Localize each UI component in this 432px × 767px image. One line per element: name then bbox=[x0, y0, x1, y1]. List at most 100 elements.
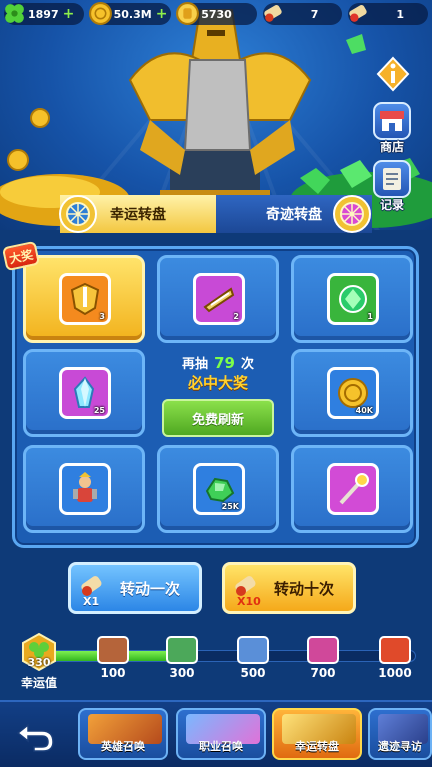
clover-value: 1897 bbox=[28, 7, 59, 21]
reward-qty: 25 bbox=[93, 406, 105, 415]
reward-item: 2 bbox=[193, 273, 245, 325]
magic-wand-icon bbox=[339, 473, 369, 505]
green-gem-icon bbox=[339, 285, 367, 313]
remaining-suffix: 次 bbox=[240, 357, 254, 372]
chest-icon bbox=[307, 636, 339, 664]
sword-shield-icon bbox=[70, 282, 100, 316]
back-button[interactable] bbox=[10, 714, 62, 758]
nav-lucky-wheel-label: 幸运转盘 bbox=[295, 740, 339, 753]
reward-item: 3 bbox=[59, 273, 111, 325]
lucky-scroll-count: 7 bbox=[262, 3, 343, 25]
reward-item: 1 bbox=[327, 273, 379, 325]
spin-ten-button[interactable]: X10 转动十次 bbox=[222, 562, 356, 614]
miracle-wheel-medal-icon bbox=[333, 195, 371, 233]
bottom-nav: 英雄召唤 职业召唤 幸运转盘 遗迹寻访 bbox=[0, 700, 432, 767]
chest-icon bbox=[237, 636, 269, 664]
clover-currency[interactable]: 1897 + bbox=[4, 3, 84, 25]
wheel-panel: 3 2 1 25 再抽 79 次 必中大奖 免费刷新 40K 25K bbox=[12, 246, 419, 548]
wheel-slot-3[interactable]: 1 bbox=[291, 255, 413, 343]
tab-lucky-label: 幸运转盘 bbox=[110, 207, 166, 223]
info-icon bbox=[376, 56, 410, 92]
ticket-scroll-count: 1 bbox=[348, 3, 429, 25]
milestone-value: 500 bbox=[240, 666, 266, 680]
guarantee-panel: 再抽 79 次 必中大奖 免费刷新 bbox=[157, 349, 279, 437]
milestone-chest-700[interactable]: 700 bbox=[298, 636, 348, 680]
lucky-scroll-value: 7 bbox=[310, 7, 319, 21]
nav-hero-summon-label: 英雄召唤 bbox=[101, 740, 145, 753]
reward-item bbox=[59, 463, 111, 515]
reward-item bbox=[327, 463, 379, 515]
coin-stack-currency: 5730 bbox=[176, 2, 257, 25]
record-icon bbox=[383, 168, 401, 190]
shop-label: 商店 bbox=[379, 140, 404, 154]
add-gold-button[interactable]: + bbox=[156, 6, 168, 22]
milestone-chest-300[interactable]: 300 bbox=[157, 636, 207, 680]
add-clover-button[interactable]: + bbox=[63, 6, 75, 22]
remaining-draws: 再抽 79 次 bbox=[182, 353, 254, 372]
nav-class-summon[interactable]: 职业召唤 bbox=[176, 708, 266, 760]
milestone-value: 300 bbox=[169, 666, 195, 680]
spin-ten-cost: X10 bbox=[237, 595, 261, 608]
coin-stack-icon bbox=[176, 2, 200, 25]
remaining-prefix: 再抽 bbox=[182, 357, 209, 372]
guaranteed-prize-text: 必中大奖 bbox=[187, 374, 248, 392]
wheel-slot-7[interactable]: 25K bbox=[157, 445, 279, 533]
wheel-slot-1[interactable]: 3 bbox=[23, 255, 145, 343]
reward-qty: 25K bbox=[221, 502, 239, 511]
spin-once-cost: X1 bbox=[83, 595, 100, 608]
reward-item: 25K bbox=[193, 463, 245, 515]
reward-qty: 3 bbox=[99, 312, 105, 321]
info-button[interactable] bbox=[370, 56, 416, 92]
lucky-scroll-icon bbox=[264, 5, 282, 22]
gold-coin-icon bbox=[88, 2, 112, 25]
shop-icon bbox=[380, 111, 404, 131]
wheel-slot-2[interactable]: 2 bbox=[157, 255, 279, 343]
record-button[interactable]: 记录 bbox=[369, 160, 415, 213]
nav-lucky-wheel[interactable]: 幸运转盘 bbox=[272, 708, 362, 760]
reward-item: 25 bbox=[59, 367, 111, 419]
milestone-chest-100[interactable]: 100 bbox=[88, 636, 138, 680]
nav-hero-summon[interactable]: 英雄召唤 bbox=[78, 708, 168, 760]
milestone-value: 100 bbox=[100, 666, 126, 680]
chest-icon bbox=[166, 636, 198, 664]
luck-value: 330 bbox=[27, 656, 51, 669]
hero-icon bbox=[73, 472, 97, 502]
gold-value: 50.3M bbox=[113, 7, 152, 21]
spin-ten-label: 转动十次 bbox=[273, 579, 334, 598]
clover-icon bbox=[5, 4, 24, 23]
wheel-slot-4[interactable]: 25 bbox=[23, 349, 145, 437]
coin-stack-value: 5730 bbox=[201, 7, 232, 21]
chest-icon bbox=[97, 636, 129, 664]
luck-value-badge: 330 幸运值 bbox=[14, 632, 64, 691]
free-refresh-button[interactable]: 免费刷新 bbox=[162, 399, 274, 437]
luck-label: 幸运值 bbox=[20, 676, 57, 690]
milestone-value: 1000 bbox=[378, 666, 412, 680]
milestone-chest-500[interactable]: 500 bbox=[228, 636, 278, 680]
lucky-wheel-medal-icon bbox=[59, 195, 97, 233]
nav-class-summon-label: 职业召唤 bbox=[199, 740, 243, 753]
shop-button[interactable]: 商店 bbox=[369, 102, 415, 155]
nav-relic-search[interactable]: 遗迹寻访 bbox=[368, 708, 432, 760]
reward-qty: 2 bbox=[233, 312, 239, 321]
wheel-slot-6[interactable] bbox=[23, 445, 145, 533]
milestone-value: 700 bbox=[310, 666, 336, 680]
ticket-scroll-icon bbox=[349, 5, 368, 22]
wheel-slot-5[interactable]: 40K bbox=[291, 349, 413, 437]
blade-scroll-icon bbox=[203, 287, 235, 313]
wheel-slot-8[interactable] bbox=[291, 445, 413, 533]
remaining-count: 79 bbox=[214, 354, 235, 372]
milestone-chest-1000[interactable]: 1000 bbox=[370, 636, 420, 680]
reward-qty: 40K bbox=[355, 406, 373, 415]
spin-once-button[interactable]: X1 转动一次 bbox=[68, 562, 202, 614]
back-arrow-icon bbox=[16, 723, 54, 752]
spin-once-label: 转动一次 bbox=[119, 579, 180, 598]
gold-currency[interactable]: 50.3M + bbox=[88, 2, 172, 25]
wheel-tabs: 幸运转盘 奇迹转盘 bbox=[60, 195, 372, 233]
reward-qty: 1 bbox=[367, 312, 373, 321]
record-label: 记录 bbox=[379, 198, 404, 212]
resource-bar: 1897 + 50.3M + 5730 7 1 bbox=[0, 0, 432, 30]
ticket-scroll-value: 1 bbox=[396, 7, 405, 21]
nav-relic-search-label: 遗迹寻访 bbox=[378, 740, 422, 753]
chest-icon bbox=[379, 636, 411, 664]
tab-miracle-label: 奇迹转盘 bbox=[266, 207, 322, 223]
